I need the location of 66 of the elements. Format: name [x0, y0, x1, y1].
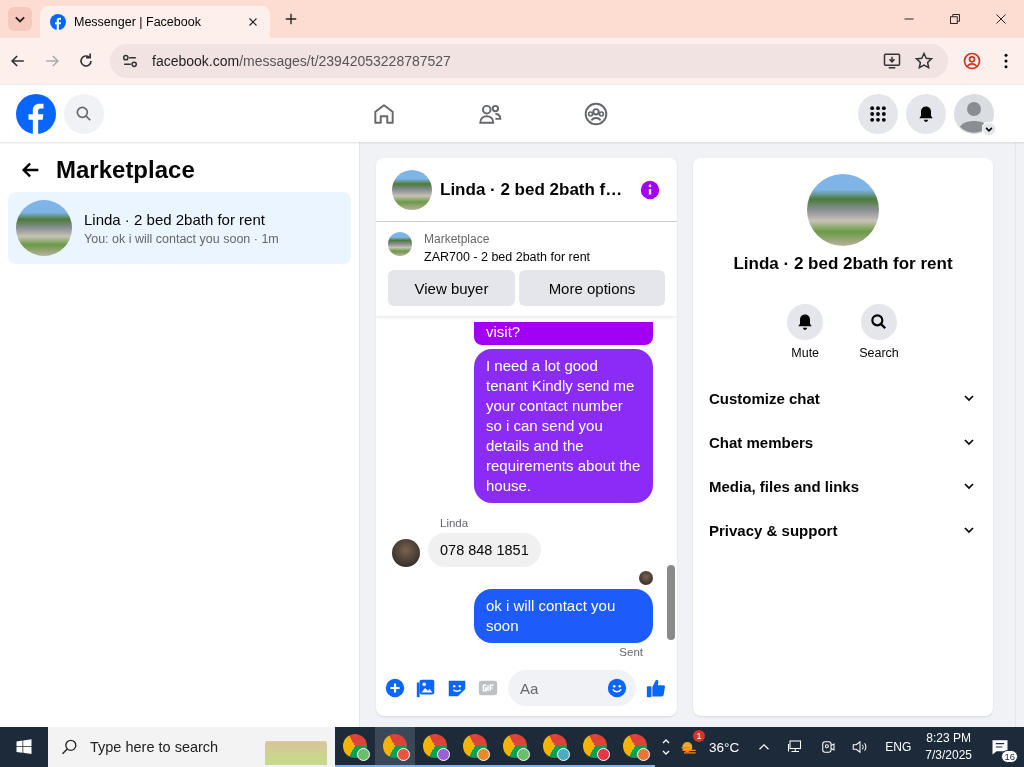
- panel-title: Marketplace: [56, 156, 195, 184]
- search-button[interactable]: [861, 304, 897, 340]
- view-buyer-button[interactable]: View buyer: [388, 270, 515, 306]
- thumbs-up-icon[interactable]: [645, 677, 667, 699]
- message-bubble: ok i will contact you soon: [474, 589, 653, 643]
- person-silhouette-icon: [954, 93, 994, 134]
- listing-name: ZAR700 - 2 bed 2bath for rent: [424, 250, 591, 264]
- notification-badge: 1: [693, 730, 706, 742]
- star-icon[interactable]: [914, 51, 934, 71]
- facebook-logo-icon[interactable]: [16, 93, 56, 134]
- section-label: Privacy & support: [709, 521, 838, 539]
- search-field[interactable]: Type here to search: [48, 727, 335, 767]
- info-icon[interactable]: [639, 178, 661, 201]
- mute-button[interactable]: [787, 304, 824, 340]
- conversation-title: Linda · 2 bed 2bath for rent: [84, 210, 266, 228]
- action-label: Search: [859, 346, 899, 360]
- read-receipt-avatar: [639, 571, 653, 585]
- tab-list-icon[interactable]: [8, 7, 32, 31]
- options-button[interactable]: More options: [519, 270, 665, 306]
- section-row[interactable]: Media, files and links: [709, 464, 977, 508]
- plus-circle-icon[interactable]: [384, 677, 406, 699]
- groups-icon[interactable]: [583, 100, 609, 127]
- menu-button[interactable]: [858, 93, 898, 134]
- account-button[interactable]: [954, 93, 994, 134]
- section-label: Media, files and links: [709, 477, 860, 495]
- section-row[interactable]: Chat members: [709, 420, 977, 464]
- sender-name: Linda: [440, 517, 470, 529]
- clock[interactable]: 8:23 PM 7/3/2025: [925, 730, 972, 764]
- notification-count: 16: [1001, 750, 1018, 763]
- listing-photo: [388, 232, 412, 256]
- conversation-title: Linda · 2 bed 2bath for rent: [733, 254, 953, 274]
- message-field[interactable]: Aa: [508, 670, 636, 706]
- conversation-item[interactable]: Linda · 2 bed 2bath for rent You: ok i will contact you soon · 1m: [8, 192, 351, 264]
- install-icon[interactable]: [882, 51, 902, 71]
- listing-photo: [16, 200, 72, 256]
- message-status: Sent: [618, 646, 644, 658]
- section-row[interactable]: Privacy & support: [709, 508, 977, 552]
- browser-taskbar-button[interactable]: [375, 727, 415, 767]
- profile-icon[interactable]: [962, 51, 982, 71]
- photo-icon[interactable]: [415, 677, 437, 699]
- search-icon: [869, 312, 889, 332]
- scroll-thumb[interactable]: [667, 565, 675, 640]
- facebook-icon: [50, 14, 66, 30]
- emoji-icon: [606, 677, 628, 699]
- caret-icon: [982, 121, 996, 136]
- listing-photo: [392, 169, 432, 210]
- section-label: Chat members: [709, 433, 814, 451]
- message-bubble: I need a lot good tenant Kindly send me your contact number so i can send you details and the requirements about the house.: [474, 349, 653, 503]
- notifications-button[interactable]: [906, 93, 946, 134]
- action-label: Mute: [791, 346, 820, 360]
- url-text: facebook.com/messages/t/23942053228787527: [152, 53, 451, 69]
- grid-icon: [868, 103, 888, 124]
- sender-avatar: [392, 539, 420, 567]
- message-preview: You: ok i will contact you soon · 1m: [84, 231, 279, 246]
- browser-tab[interactable]: Messenger | Facebook: [40, 6, 270, 38]
- section-row[interactable]: Customize chat: [709, 376, 977, 420]
- language-indicator[interactable]: ENG: [885, 740, 912, 754]
- tab-title: Messenger | Facebook: [74, 15, 202, 29]
- temperature-text: 36°C: [709, 739, 740, 755]
- chat-title: Linda · 2 bed 2bath f…: [440, 179, 624, 200]
- message-bubble: 078 848 1851: [428, 533, 541, 567]
- section-label: Customize chat: [709, 389, 820, 407]
- camera-icon[interactable]: [819, 738, 838, 756]
- message-bubble: visit?: [474, 322, 653, 345]
- address-field[interactable]: facebook.com/messages/t/23942053228787527: [110, 44, 948, 78]
- listing-label: Marketplace: [424, 232, 491, 246]
